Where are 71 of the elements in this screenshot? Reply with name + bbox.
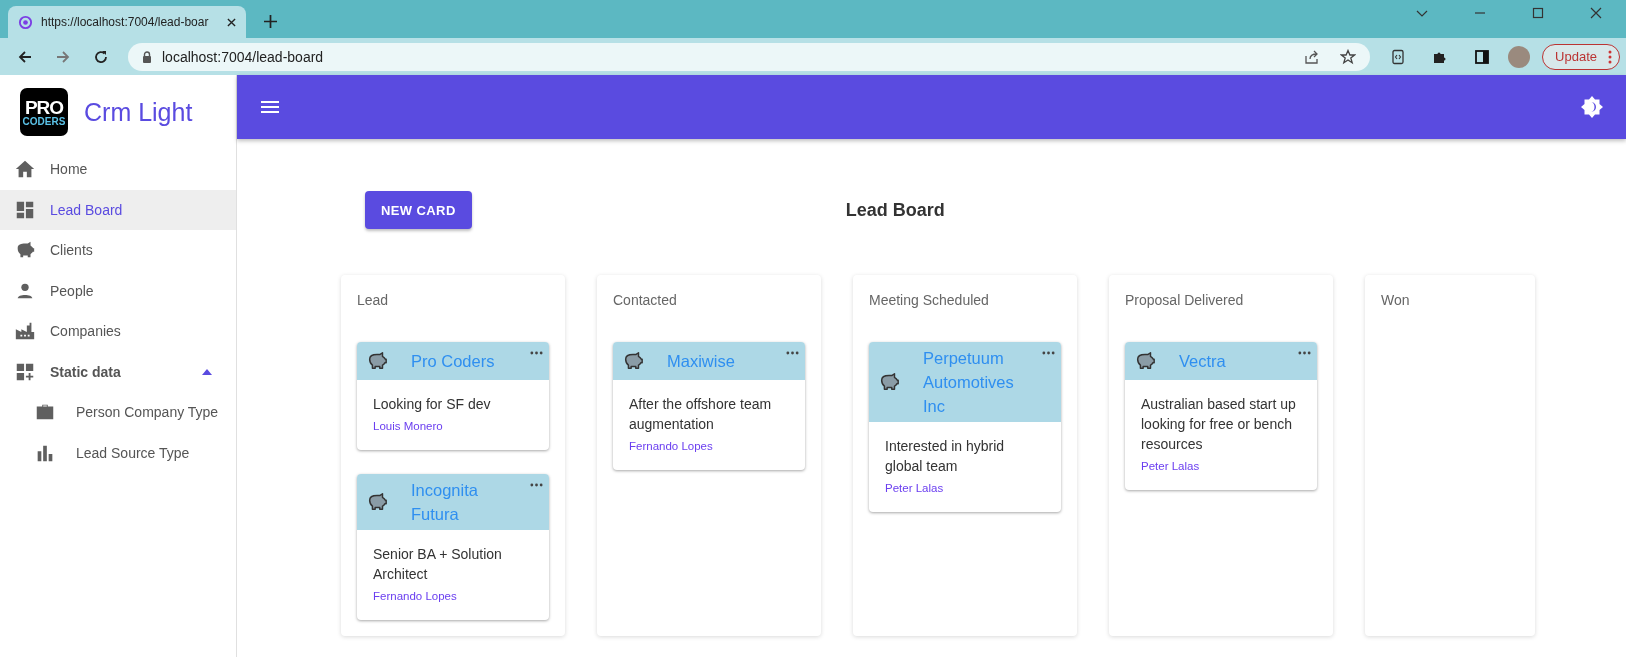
forward-arrow-icon[interactable] [55, 48, 71, 65]
contact-name[interactable]: Louis Monero [373, 420, 533, 432]
caret-up-icon [202, 368, 212, 375]
nav-item[interactable]: Home [0, 149, 236, 190]
more-icon[interactable] [1298, 351, 1311, 355]
more-icon[interactable] [786, 351, 799, 355]
piggy-bank-icon [622, 350, 644, 372]
nav-item[interactable]: Lead Board [0, 189, 236, 230]
column-title: Meeting Scheduled [869, 292, 990, 308]
tab-title: https://localhost:7004/lead-boar [41, 15, 210, 29]
piggy-bank-icon [1134, 350, 1156, 372]
card-description: Australian based start up looking for free or bench resources [1141, 395, 1297, 454]
plus-icon[interactable] [264, 15, 277, 28]
nav-item[interactable]: Lead Source Type [0, 432, 236, 473]
nav-label: Home [50, 161, 88, 178]
share-icon[interactable] [1304, 48, 1321, 65]
side-panel-icon[interactable] [1474, 48, 1491, 65]
card-description: Senior BA + Solution Architect [373, 545, 503, 584]
nav-item[interactable]: Companies [0, 311, 236, 352]
close-icon[interactable] [227, 17, 236, 27]
back-arrow-icon[interactable] [17, 48, 33, 65]
nav-label: People [50, 282, 94, 299]
column-title: Lead [357, 292, 390, 308]
nav-label: Lead Board [50, 201, 123, 218]
star-icon[interactable] [1340, 48, 1357, 65]
nav-label: Companies [50, 323, 121, 340]
nav-label: Static data [50, 363, 122, 380]
contact-name[interactable]: Peter Lalas [885, 482, 1045, 494]
piggy-bank-icon [878, 371, 900, 393]
nav-label: Clients [50, 242, 93, 259]
piggy-bank-icon [366, 350, 388, 372]
menu-icon[interactable] [261, 101, 279, 113]
close-icon[interactable] [1590, 7, 1602, 19]
address-field[interactable]: localhost:7004/lead-board [128, 42, 1371, 71]
nav-item[interactable]: Static data [0, 351, 236, 392]
new-card-button[interactable]: NEW CARD [365, 191, 472, 229]
lead-card[interactable]: Perpetuum Automotives Inc Interested in hybrid global team Peter Lalas [869, 342, 1061, 512]
more-icon[interactable] [530, 483, 543, 487]
card-description: Interested in hybrid global team [885, 437, 1006, 476]
lock-icon [142, 50, 152, 63]
browser-tab[interactable]: https://localhost:7004/lead-boar [8, 6, 246, 38]
maximize-icon[interactable] [1532, 7, 1544, 19]
nav-label: Person Company Type [76, 404, 219, 421]
more-icon[interactable] [530, 351, 543, 355]
update-button[interactable]: Update [1542, 43, 1620, 70]
contact-name[interactable]: Fernando Lopes [629, 440, 789, 452]
lead-card[interactable]: Vectra Australian based start up looking for free or bench resources Peter Lalas [1125, 342, 1317, 490]
card-description: After the offshore team augmentation [629, 395, 773, 434]
page-title: Lead Board [845, 199, 945, 221]
contact-name[interactable]: Peter Lalas [1141, 460, 1301, 472]
app-name: Crm Light [84, 97, 193, 127]
contact-name[interactable]: Fernando Lopes [373, 590, 533, 602]
nav-item[interactable]: People [0, 270, 236, 311]
column-title: Contacted [613, 292, 678, 308]
logo: PRO CODERS [20, 88, 68, 136]
card-description: Looking for SF dev [373, 395, 492, 414]
nav-label: Lead Source Type [76, 444, 190, 461]
column-title: Proposal Delivered [1125, 292, 1245, 308]
nav-item[interactable]: Clients [0, 230, 236, 271]
reload-icon[interactable] [93, 48, 109, 65]
scroll-icon[interactable] [1390, 48, 1407, 65]
column-title: Won [1381, 292, 1411, 308]
lead-card[interactable]: Pro Coders Looking for SF dev Louis Monero [357, 342, 549, 450]
site-icon [18, 14, 33, 30]
nav-item[interactable]: Person Company Type [0, 392, 236, 433]
piggy-bank-icon [366, 491, 388, 513]
lead-card[interactable]: Incognita Futura Senior BA + Solution Architect Fernando Lopes [357, 474, 549, 620]
more-icon[interactable] [1042, 351, 1055, 355]
brightness-icon[interactable] [1580, 95, 1604, 119]
more-icon[interactable] [1608, 49, 1612, 64]
lead-card[interactable]: Maxiwise After the offshore team augmentation Fernando Lopes [613, 342, 805, 470]
